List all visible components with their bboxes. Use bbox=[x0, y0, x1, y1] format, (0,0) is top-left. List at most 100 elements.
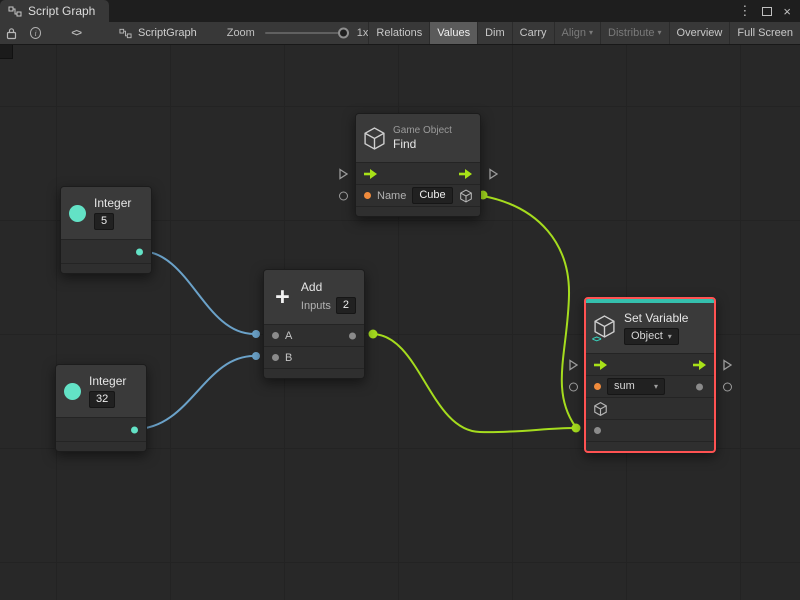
graph-asset-icon bbox=[119, 28, 132, 39]
graph-asset-name: ScriptGraph bbox=[138, 27, 197, 39]
node-header[interactable]: Game Object Find bbox=[356, 114, 480, 162]
node-footer bbox=[586, 441, 714, 451]
relations-button[interactable]: Relations bbox=[368, 22, 429, 44]
node-title: Find bbox=[393, 137, 417, 151]
caret-down-icon: ▾ bbox=[667, 331, 672, 341]
object-target-row bbox=[586, 397, 714, 419]
name-input-port[interactable] bbox=[364, 192, 371, 199]
tab-bar: Script Graph ⋮ × bbox=[0, 0, 800, 22]
caret-down-icon: ▾ bbox=[589, 28, 594, 37]
integer-icon bbox=[69, 204, 86, 222]
node-integer-top[interactable]: Integer 5 bbox=[60, 186, 152, 274]
code-tag-icon: <> bbox=[592, 334, 601, 344]
scope-label: Object bbox=[631, 330, 663, 342]
node-find[interactable]: Game Object Find Name Cube bbox=[339, 113, 498, 217]
node-add[interactable]: + Add Inputs 2 A B bbox=[263, 269, 365, 379]
flow-in-triangle-icon[interactable] bbox=[339, 167, 348, 180]
node-title: Integer bbox=[94, 196, 132, 210]
integer-value-field[interactable]: 32 bbox=[89, 391, 116, 408]
integer-output-port[interactable] bbox=[131, 426, 138, 433]
tab-title: Script Graph bbox=[28, 4, 96, 18]
object-target-port[interactable] bbox=[594, 401, 607, 416]
wire-integer5-to-add-a[interactable] bbox=[139, 250, 255, 335]
align-label: Align bbox=[561, 27, 587, 39]
caret-down-icon: ▾ bbox=[657, 28, 662, 37]
variable-name: sum bbox=[614, 380, 635, 392]
node-set-variable[interactable]: <> Set Variable Object ▾ sum ▾ bbox=[569, 297, 732, 453]
variable-name-port[interactable] bbox=[594, 383, 601, 390]
output-port-row bbox=[61, 239, 151, 263]
variable-scope-dropdown[interactable]: Object ▾ bbox=[624, 328, 679, 345]
wire-integer32-to-add-b[interactable] bbox=[134, 355, 255, 430]
port-a-label: A bbox=[285, 329, 293, 342]
graph-toolbar: i <> ScriptGraph Zoom 1x Relations Value… bbox=[0, 22, 800, 45]
info-icon[interactable]: i bbox=[30, 27, 42, 39]
flow-in-triangle-icon[interactable] bbox=[569, 358, 578, 371]
distribute-button[interactable]: Distribute ▾ bbox=[600, 22, 668, 44]
node-header[interactable]: + Add Inputs 2 bbox=[264, 270, 364, 324]
values-button[interactable]: Values bbox=[429, 22, 478, 44]
input-port-b[interactable] bbox=[272, 354, 279, 361]
integer-icon bbox=[64, 382, 81, 400]
integer-value-field[interactable]: 5 bbox=[94, 213, 115, 230]
name-value-field[interactable]: Cube bbox=[412, 187, 453, 204]
flow-port-row bbox=[569, 353, 732, 375]
node-header[interactable]: Integer 32 bbox=[56, 365, 146, 417]
carry-button[interactable]: Carry bbox=[511, 22, 554, 44]
flow-port-row bbox=[339, 162, 498, 184]
wire-find-to-setvariable[interactable] bbox=[482, 195, 576, 427]
graph-icon bbox=[8, 6, 22, 17]
cube-icon bbox=[364, 126, 385, 150]
value-input-port[interactable] bbox=[594, 427, 601, 434]
input-port-a[interactable] bbox=[272, 332, 279, 339]
flow-out-arrow-icon[interactable] bbox=[458, 168, 473, 180]
dim-button[interactable]: Dim bbox=[477, 22, 512, 44]
node-header[interactable]: <> Set Variable Object ▾ bbox=[586, 303, 714, 353]
zoom-slider-handle[interactable] bbox=[337, 27, 349, 39]
inputs-count-field[interactable]: 2 bbox=[335, 297, 356, 314]
port-cap bbox=[252, 330, 260, 338]
caret-down-icon: ▾ bbox=[653, 381, 658, 391]
sum-output-port[interactable] bbox=[349, 332, 356, 339]
integer-output-port[interactable] bbox=[136, 248, 143, 255]
menu-icon[interactable]: ⋮ bbox=[738, 3, 751, 19]
node-integer-bottom[interactable]: Integer 32 bbox=[55, 364, 147, 452]
port-cap bbox=[252, 352, 260, 360]
zoom-label: Zoom bbox=[226, 27, 255, 39]
output-port-circle-icon[interactable] bbox=[723, 382, 732, 391]
add-icon: + bbox=[275, 282, 290, 311]
maximize-icon[interactable] bbox=[762, 6, 773, 16]
flow-out-triangle-icon[interactable] bbox=[723, 358, 732, 371]
node-category: Game Object bbox=[393, 125, 452, 136]
flow-in-arrow-icon[interactable] bbox=[363, 168, 378, 180]
name-label: Name bbox=[377, 189, 407, 202]
align-button[interactable]: Align ▾ bbox=[553, 22, 600, 44]
variable-name-row: sum ▾ bbox=[569, 375, 732, 397]
overview-button[interactable]: Overview bbox=[668, 22, 730, 44]
port-cap bbox=[571, 423, 581, 433]
graph-canvas[interactable]: Integer 5 Integer 32 + Add Inputs 2 A B … bbox=[0, 45, 800, 600]
toolbar-button-group: Relations Values Dim Carry Align ▾ Distr… bbox=[368, 22, 800, 44]
tab-script-graph[interactable]: Script Graph bbox=[0, 0, 110, 22]
gameobject-output-port[interactable] bbox=[460, 189, 472, 202]
close-icon[interactable]: × bbox=[783, 4, 791, 19]
flow-out-arrow-icon[interactable] bbox=[692, 359, 707, 371]
graph-asset[interactable]: ScriptGraph bbox=[119, 27, 197, 39]
port-row-a: A bbox=[264, 324, 364, 346]
zoom-slider[interactable] bbox=[264, 27, 349, 39]
node-footer bbox=[56, 441, 146, 451]
window-controls: ⋮ × bbox=[738, 0, 800, 22]
flow-in-arrow-icon[interactable] bbox=[593, 359, 608, 371]
set-variable-icon: <> bbox=[592, 315, 616, 344]
name-port-circle-icon[interactable] bbox=[339, 191, 348, 200]
lock-icon[interactable] bbox=[6, 27, 17, 40]
wire-add-to-setvariable[interactable] bbox=[371, 333, 575, 434]
variable-name-dropdown[interactable]: sum ▾ bbox=[607, 378, 665, 395]
node-header[interactable]: Integer 5 bbox=[61, 187, 151, 239]
distribute-label: Distribute bbox=[608, 27, 655, 39]
fullscreen-button[interactable]: Full Screen bbox=[729, 22, 800, 44]
value-output-port[interactable] bbox=[696, 383, 703, 390]
code-icon[interactable]: <> bbox=[71, 28, 82, 39]
flow-out-triangle-icon[interactable] bbox=[489, 167, 498, 180]
name-port-circle-icon[interactable] bbox=[569, 382, 578, 391]
